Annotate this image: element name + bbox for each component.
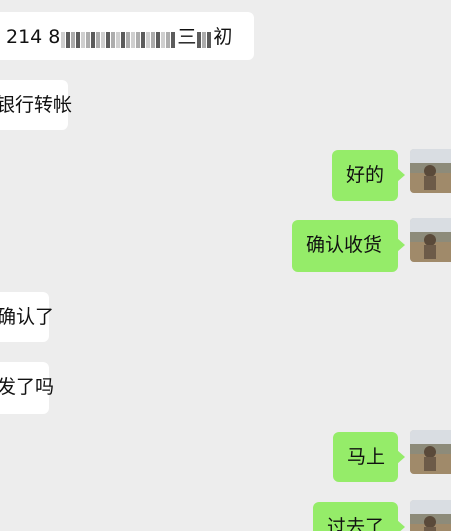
message-text: 确认收货 [306, 234, 383, 256]
redacted-text-block [61, 30, 176, 48]
message-bubble-incoming[interactable]: 214 8 三初 [0, 12, 254, 60]
user-avatar[interactable] [410, 218, 451, 262]
message-bubble-incoming[interactable]: 确认了 [0, 292, 54, 342]
message-text-start: 214 8 [6, 26, 61, 48]
message-bubble-incoming[interactable]: 发了吗 [0, 362, 54, 414]
message-text-end: 初 [213, 26, 233, 48]
message-text: 银行转帐 [0, 94, 73, 116]
user-avatar-photo-icon [410, 149, 451, 193]
message-bubble-incoming[interactable]: 银行转帐 [0, 80, 72, 130]
message-bubble-outgoing[interactable]: 确认收货 [292, 220, 405, 272]
user-avatar-photo-icon [410, 500, 451, 531]
message-text: 好的 [346, 164, 385, 186]
message-text: 马上 [347, 446, 386, 468]
message-text: 确认了 [0, 306, 55, 328]
user-avatar[interactable] [410, 430, 451, 474]
chat-message-list[interactable]: 214 8 三初 银行转帐 好的 确认收货 确认了 发了吗 马上 过去了 [0, 0, 451, 531]
message-text: 过去了 [327, 516, 385, 531]
message-bubble-outgoing[interactable]: 过去了 [313, 502, 405, 531]
message-text-mid: 三 [177, 26, 197, 48]
message-text: 发了吗 [0, 376, 55, 398]
redacted-char [197, 30, 212, 48]
message-bubble-outgoing[interactable]: 好的 [332, 150, 405, 201]
user-avatar[interactable] [410, 500, 451, 531]
user-avatar[interactable] [410, 149, 451, 193]
user-avatar-photo-icon [410, 218, 451, 262]
message-bubble-outgoing[interactable]: 马上 [333, 432, 405, 482]
user-avatar-photo-icon [410, 430, 451, 474]
